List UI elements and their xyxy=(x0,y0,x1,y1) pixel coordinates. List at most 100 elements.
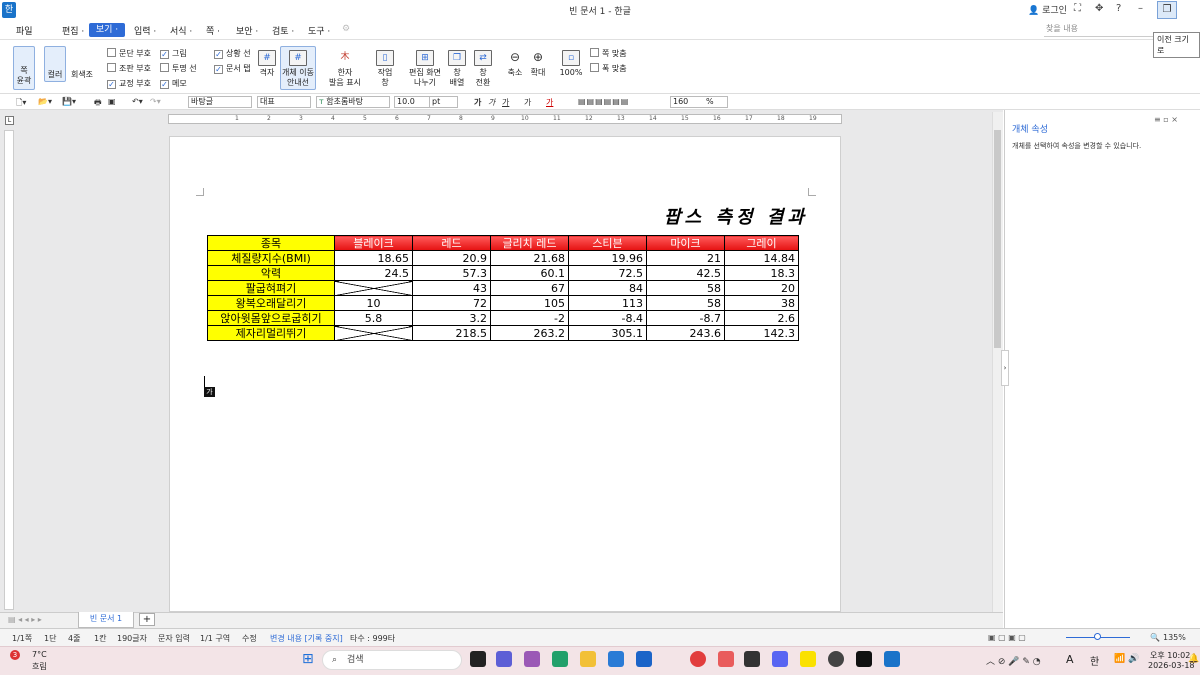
table-cell[interactable]: 18.65 xyxy=(334,250,413,266)
open-icon[interactable]: 📂▾ xyxy=(38,97,52,106)
workwin-button[interactable]: ▯ 작업 창 xyxy=(374,50,396,88)
undo-icon[interactable]: ↶▾ xyxy=(132,97,143,106)
header-cell[interactable]: 종목 xyxy=(207,235,335,251)
header-cell[interactable]: 그레이 xyxy=(724,235,799,251)
row-label-cell[interactable]: 체질량지수(BMI) xyxy=(207,250,335,266)
menu-security[interactable]: 보안 · xyxy=(236,24,258,37)
status-track-changes[interactable]: 변경 내용 [기록 중지] xyxy=(270,633,343,644)
table-cell[interactable]: 72 xyxy=(412,295,491,311)
fullscreen-icon[interactable]: ⛶ xyxy=(1074,3,1081,14)
switch-window-button[interactable]: ⇄ 창 전환 xyxy=(472,50,494,88)
header-cell[interactable]: 글리치 레드 xyxy=(490,235,569,251)
status-edit-mode[interactable]: 수정 xyxy=(242,633,257,644)
header-cell[interactable]: 블레이크 xyxy=(334,235,413,251)
header-cell[interactable]: 스티븐 xyxy=(568,235,647,251)
horizontal-ruler[interactable]: 1 2 3 4 5 6 7 8 9 10 11 12 13 14 15 16 1… xyxy=(168,114,842,124)
table-cell[interactable]: 263.2 xyxy=(490,325,569,341)
restore-window-button[interactable]: ❐ xyxy=(1157,1,1177,19)
arrange-button[interactable]: ❐ 창 배열 xyxy=(446,50,468,88)
tab-nav-icons[interactable]: ▤ ◂ ◂ ▸ ▸ xyxy=(8,615,42,624)
italic-button[interactable]: 가 xyxy=(488,97,495,108)
table-cell[interactable]: 67 xyxy=(490,280,569,296)
table-cell[interactable]: 57.3 xyxy=(412,265,491,281)
crossed-out-cell[interactable] xyxy=(334,280,413,296)
table-cell[interactable]: 42.5 xyxy=(646,265,725,281)
table-cell[interactable]: -8.7 xyxy=(646,310,725,326)
results-table[interactable]: 종목 블레이크 레드 글리치 레드 스티븐 마이크 그레이 체질량지수(BMI)… xyxy=(207,235,799,341)
table-cell[interactable]: 113 xyxy=(568,295,647,311)
table-cell[interactable]: 243.6 xyxy=(646,325,725,341)
store-icon[interactable] xyxy=(608,651,624,667)
font-size-input[interactable]: 10.0 xyxy=(394,96,430,108)
row-label-cell[interactable]: 제자리멀리뛰기 xyxy=(207,325,335,341)
table-cell[interactable]: 18.3 xyxy=(724,265,799,281)
row-label-cell[interactable]: 팔굽혀펴기 xyxy=(207,280,335,296)
language-select[interactable]: 대표 xyxy=(257,96,311,108)
redo-icon[interactable]: ↷▾ xyxy=(150,97,161,106)
login-button[interactable]: 👤 로그인 xyxy=(1028,3,1067,16)
row-label-cell[interactable]: 왕복오래달리기 xyxy=(207,295,335,311)
fit-width-button[interactable]: 폭 맞춤 xyxy=(590,63,627,74)
bold-button[interactable]: 가 xyxy=(474,97,481,108)
table-cell[interactable]: 21 xyxy=(646,250,725,266)
task-view-icon[interactable] xyxy=(470,651,486,667)
zoom-icon[interactable]: 🔍 xyxy=(1150,633,1160,642)
table-cell[interactable]: 72.5 xyxy=(568,265,647,281)
split-screen-button[interactable]: ⊞ 편집 화면 나누기 xyxy=(406,50,444,88)
proof-mark-check[interactable]: ✓ 교정 부호 xyxy=(107,78,151,89)
menu-format[interactable]: 서식 · xyxy=(170,24,192,37)
zoom-in-button[interactable]: ⊕ 확대 xyxy=(528,50,548,78)
crossed-out-cell[interactable] xyxy=(334,325,413,341)
table-cell[interactable]: 142.3 xyxy=(724,325,799,341)
table-cell[interactable]: 20.9 xyxy=(412,250,491,266)
layout-mark-check[interactable]: 조판 부호 xyxy=(107,63,151,74)
preview-icon[interactable]: ▣ xyxy=(108,97,116,106)
table-cell[interactable]: 20 xyxy=(724,280,799,296)
table-cell[interactable]: 60.1 xyxy=(490,265,569,281)
app-icon-2[interactable] xyxy=(718,651,734,667)
zoom-out-button[interactable]: ⊖ 축소 xyxy=(505,50,525,78)
clock-time[interactable]: 오후 10:02 xyxy=(1150,650,1190,661)
notification-icon[interactable]: 🔔 xyxy=(1188,654,1199,664)
view-mode-icons[interactable]: ▣ ▢ ▣ ▢ xyxy=(988,633,1026,642)
copilot-icon[interactable] xyxy=(524,651,540,667)
menu-insert[interactable]: 입력 · xyxy=(134,24,156,37)
app-icon-3[interactable] xyxy=(744,651,760,667)
menu-page[interactable]: 쪽 · xyxy=(206,24,220,37)
row-label-cell[interactable]: 악력 xyxy=(207,265,335,281)
status-line-check[interactable]: ✓ 상황 선 xyxy=(214,48,251,59)
table-cell[interactable]: 58 xyxy=(646,295,725,311)
kakaotalk-icon[interactable] xyxy=(800,651,816,667)
hangul-taskbar-icon[interactable] xyxy=(884,651,900,667)
zoom-slider-thumb[interactable] xyxy=(1094,633,1101,640)
table-cell[interactable]: 14.84 xyxy=(724,250,799,266)
menu-view[interactable]: 보기 · xyxy=(89,23,125,37)
table-cell[interactable]: 21.68 xyxy=(490,250,569,266)
panel-collapse-handle[interactable]: › xyxy=(1001,350,1009,386)
resize-icon[interactable]: ✥ xyxy=(1095,3,1103,14)
table-cell[interactable]: 24.5 xyxy=(334,265,413,281)
row-label-cell[interactable]: 앉아윗몸앞으로굽히기 xyxy=(207,310,335,326)
weather-temp[interactable]: 7°C xyxy=(32,650,47,659)
header-cell[interactable]: 마이크 xyxy=(646,235,725,251)
table-cell[interactable]: 2.6 xyxy=(724,310,799,326)
table-cell[interactable]: 38 xyxy=(724,295,799,311)
panel-menu-icon[interactable]: ≡ ▫ × xyxy=(1154,115,1178,124)
status-zoom-level[interactable]: 135% xyxy=(1163,633,1186,642)
table-cell[interactable]: -8.4 xyxy=(568,310,647,326)
print-icon[interactable]: 🖶 xyxy=(94,97,102,111)
table-cell[interactable]: 84 xyxy=(568,280,647,296)
picture-check[interactable]: ✓ 그림 xyxy=(160,48,187,59)
font-unit-select[interactable]: pt xyxy=(430,96,458,108)
app-icon-1[interactable] xyxy=(690,651,706,667)
vertical-ruler[interactable] xyxy=(4,130,14,610)
edge-icon[interactable] xyxy=(552,651,568,667)
table-cell[interactable]: 5.8 xyxy=(334,310,413,326)
app-icon-4[interactable] xyxy=(856,651,872,667)
zoom-100-button[interactable]: ▫ 100% xyxy=(558,50,584,78)
network-icon[interactable]: 📶 🔊 xyxy=(1114,654,1139,664)
underline-button[interactable]: 가 xyxy=(502,97,509,108)
table-cell[interactable]: 10 xyxy=(334,295,413,311)
para-mark-check[interactable]: 문단 부호 xyxy=(107,48,151,59)
settings-icon[interactable]: ⚙ xyxy=(342,24,350,34)
